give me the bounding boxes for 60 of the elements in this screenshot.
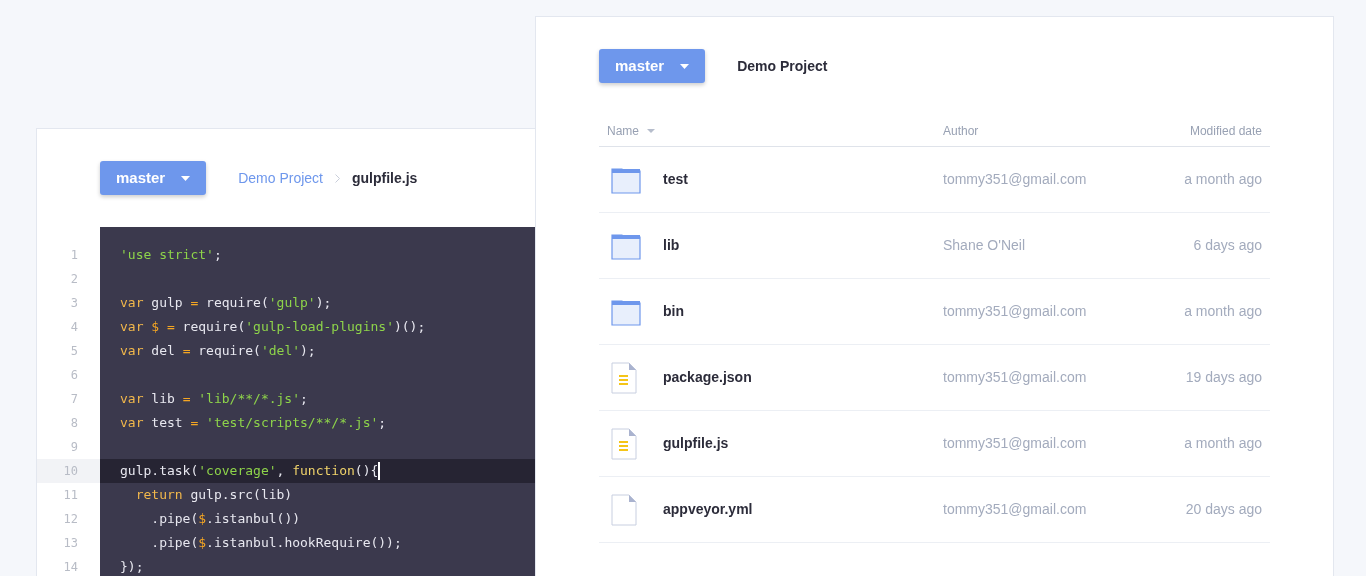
line-number: 8 [69, 415, 79, 432]
file-name: appveyor.yml [663, 500, 754, 519]
sort-caret-icon [647, 128, 655, 133]
line-number: 1 [69, 247, 79, 264]
modified-date: 19 days ago [1185, 368, 1262, 387]
blank-file-icon [611, 493, 637, 526]
file-row[interactable]: bin tommy351@gmail.com a month ago [599, 279, 1270, 345]
file-row[interactable]: gulpfile.js tommy351@gmail.com a month ago [599, 411, 1270, 477]
file-row[interactable]: test tommy351@gmail.com a month ago [599, 147, 1270, 213]
author-cell-text: tommy351@gmail.com [943, 500, 1088, 519]
code-line: var del = require('del'); [120, 342, 316, 360]
modified-date: 20 days ago [1185, 500, 1262, 519]
code-line: var $ = require('gulp-load-plugins')(); [120, 318, 426, 336]
folder-icon [611, 231, 641, 260]
line-number: 14 [62, 559, 79, 576]
caret-icon [181, 175, 191, 181]
line-number: 3 [69, 295, 79, 312]
line-number: 13 [62, 535, 79, 552]
author-cell-text: tommy351@gmail.com [943, 368, 1088, 387]
file-row[interactable]: lib Shane O'Neil 6 days ago [599, 213, 1270, 279]
text-cursor [378, 462, 381, 480]
code-line: gulp.task('coverage', function(){ [120, 462, 379, 480]
caret-icon [680, 63, 690, 69]
line-number: 2 [69, 271, 79, 288]
file-name: gulpfile.js [663, 434, 730, 453]
file-name: bin [663, 302, 685, 321]
modified-date: a month ago [1184, 434, 1262, 453]
code-line: var lib = 'lib/**/*.js'; [120, 390, 308, 408]
line-number: 5 [69, 343, 79, 360]
author-cell-text: Shane O'Neil [943, 236, 1027, 255]
chevron-icon [335, 173, 340, 183]
folder-icon [611, 165, 641, 194]
code-line: var gulp = require('gulp'); [120, 294, 332, 312]
line-number: 12 [62, 511, 79, 528]
modified-date: a month ago [1184, 302, 1262, 321]
project-title: Demo Project [737, 56, 828, 76]
modified-date: a month ago [1184, 170, 1262, 189]
file-name: lib [663, 236, 681, 255]
author-cell-text: tommy351@gmail.com [943, 302, 1088, 321]
modified-date: 6 days ago [1193, 236, 1262, 255]
line-number: 9 [69, 439, 79, 456]
code-line: .pipe($.istanbul()) [150, 510, 301, 528]
code-line: return gulp.src(lib) [134, 486, 293, 504]
line-number: 7 [69, 391, 79, 408]
line-number: 10 [37, 459, 100, 483]
breadcrumb-current: gulpfile.js [352, 168, 418, 188]
file-row[interactable]: appveyor.yml tommy351@gmail.com 20 days ago [599, 477, 1270, 543]
line-number: 4 [69, 319, 79, 336]
file-name: package.json [663, 368, 753, 387]
code-line: }); [120, 558, 144, 576]
file-row[interactable]: package.json tommy351@gmail.com 19 days ago [599, 345, 1270, 411]
code-line: 'use strict'; [120, 246, 222, 264]
code-line: var test = 'test/scripts/**/*.js'; [120, 414, 387, 432]
line-number: 11 [62, 487, 79, 504]
file-name: test [663, 170, 689, 189]
author-cell-text: tommy351@gmail.com [943, 170, 1088, 189]
folder-icon [611, 297, 641, 326]
author-cell-text: tommy351@gmail.com [943, 434, 1088, 453]
code-line: .pipe($.istanbul.hookRequire()); [150, 534, 402, 552]
line-number: 6 [69, 367, 79, 384]
